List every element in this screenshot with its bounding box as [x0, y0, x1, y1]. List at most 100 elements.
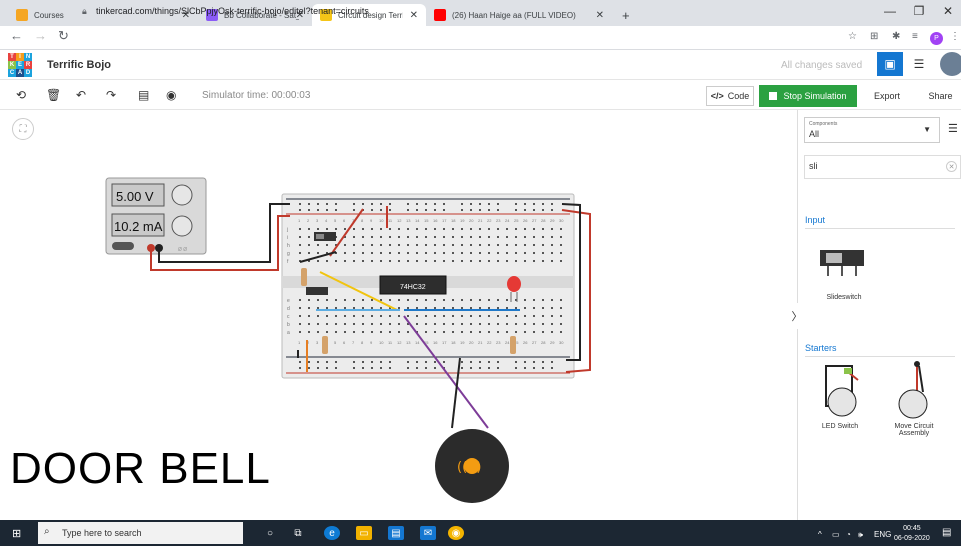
breadboard-hole[interactable] [506, 260, 508, 262]
breadboard-hole[interactable] [560, 299, 562, 301]
rail-hole[interactable] [470, 203, 472, 205]
breadboard-hole[interactable] [407, 252, 409, 254]
breadboard-hole[interactable] [560, 252, 562, 254]
breadboard-hole[interactable] [326, 315, 328, 317]
rail-hole[interactable] [317, 367, 319, 369]
forward-icon[interactable]: → [34, 28, 47, 43]
undo-icon[interactable]: ↶ [76, 88, 86, 102]
components-dropdown[interactable]: Components All ▼ [804, 117, 940, 143]
breadboard-hole[interactable] [362, 252, 364, 254]
transistor[interactable] [306, 287, 328, 295]
breadboard-hole[interactable] [470, 307, 472, 309]
rail-hole[interactable] [425, 209, 427, 211]
breadboard-hole[interactable] [443, 331, 445, 333]
breadboard-hole[interactable] [461, 252, 463, 254]
breadboard-hole[interactable] [434, 299, 436, 301]
rail-hole[interactable] [533, 361, 535, 363]
breadboard-hole[interactable] [326, 244, 328, 246]
breadboard-hole[interactable] [488, 252, 490, 254]
breadboard-hole[interactable] [398, 252, 400, 254]
rail-hole[interactable] [434, 209, 436, 211]
rail-hole[interactable] [515, 367, 517, 369]
breadboard-hole[interactable] [542, 315, 544, 317]
breadboard-hole[interactable] [362, 260, 364, 262]
breadboard-hole[interactable] [398, 307, 400, 309]
breadboard-hole[interactable] [416, 315, 418, 317]
rail-hole[interactable] [497, 361, 499, 363]
rail-hole[interactable] [317, 209, 319, 211]
user-avatar[interactable] [940, 52, 961, 76]
breadboard-hole[interactable] [452, 307, 454, 309]
breadboard-hole[interactable] [398, 228, 400, 230]
rail-hole[interactable] [326, 203, 328, 205]
breadboard-hole[interactable] [308, 244, 310, 246]
breadboard-hole[interactable] [317, 315, 319, 317]
breadboard-hole[interactable] [326, 260, 328, 262]
rail-hole[interactable] [416, 203, 418, 205]
slide-switch-breadboard[interactable] [314, 232, 336, 241]
breadboard-hole[interactable] [506, 252, 508, 254]
breadboard-hole[interactable] [515, 236, 517, 238]
breadboard-hole[interactable] [398, 331, 400, 333]
rail-hole[interactable] [425, 367, 427, 369]
back-icon[interactable]: ← [10, 28, 23, 43]
rail-hole[interactable] [479, 367, 481, 369]
puzzle-icon[interactable]: ✱ [892, 31, 900, 42]
breadboard-hole[interactable] [452, 244, 454, 246]
breadboard-hole[interactable] [344, 244, 346, 246]
rail-hole[interactable] [416, 367, 418, 369]
breadboard-hole[interactable] [407, 299, 409, 301]
breadboard-hole[interactable] [524, 331, 526, 333]
breadboard-hole[interactable] [470, 331, 472, 333]
breadboard-hole[interactable] [470, 236, 472, 238]
rail-hole[interactable] [353, 361, 355, 363]
breadboard-hole[interactable] [389, 260, 391, 262]
breadboard-hole[interactable] [479, 228, 481, 230]
breadboard-hole[interactable] [434, 228, 436, 230]
breadboard-hole[interactable] [308, 315, 310, 317]
breadboard-hole[interactable] [335, 228, 337, 230]
clear-search-icon[interactable]: ✕ [946, 161, 957, 172]
breadboard-hole[interactable] [515, 244, 517, 246]
rail-hole[interactable] [308, 361, 310, 363]
breadboard-hole[interactable] [488, 299, 490, 301]
browser-tab-youtube[interactable]: (26) Haan Haige aa (FULL VIDEO) ✕ [426, 4, 612, 26]
code-button[interactable]: </> Code [706, 86, 754, 106]
breadboard-hole[interactable] [560, 323, 562, 325]
breadboard-hole[interactable] [533, 236, 535, 238]
breadboard-hole[interactable] [461, 236, 463, 238]
volume-icon[interactable]: 🕪︎ [858, 530, 863, 540]
breadboard-hole[interactable] [362, 244, 364, 246]
breadboard-hole[interactable] [533, 299, 535, 301]
rail-hole[interactable] [533, 203, 535, 205]
breadboard-hole[interactable] [425, 299, 427, 301]
breadboard-hole[interactable] [497, 307, 499, 309]
breadboard-hole[interactable] [380, 331, 382, 333]
rail-hole[interactable] [470, 209, 472, 211]
breadboard-hole[interactable] [362, 236, 364, 238]
breadboard-hole[interactable] [398, 315, 400, 317]
breadboard-hole[interactable] [434, 331, 436, 333]
breadboard-hole[interactable] [362, 315, 364, 317]
breadboard-hole[interactable] [434, 307, 436, 309]
breadboard-hole[interactable] [308, 252, 310, 254]
stop-simulation-button[interactable]: Stop Simulation [759, 85, 857, 107]
breadboard-hole[interactable] [389, 244, 391, 246]
breadboard-hole[interactable] [317, 252, 319, 254]
rail-hole[interactable] [551, 367, 553, 369]
breadboard-hole[interactable] [524, 323, 526, 325]
rail-hole[interactable] [524, 203, 526, 205]
minimize-icon[interactable]: — [875, 4, 905, 18]
breadboard-hole[interactable] [371, 299, 373, 301]
breadboard-hole[interactable] [443, 315, 445, 317]
breadboard-hole[interactable] [479, 252, 481, 254]
breadboard-hole[interactable] [479, 323, 481, 325]
breadboard-hole[interactable] [461, 323, 463, 325]
breadboard-hole[interactable] [488, 323, 490, 325]
breadboard-hole[interactable] [398, 244, 400, 246]
rail-hole[interactable] [524, 209, 526, 211]
taskbar-clock[interactable]: 00:45 06-09-2020 [894, 524, 930, 544]
breadboard-hole[interactable] [506, 236, 508, 238]
rail-hole[interactable] [326, 367, 328, 369]
breadboard-hole[interactable] [506, 228, 508, 230]
